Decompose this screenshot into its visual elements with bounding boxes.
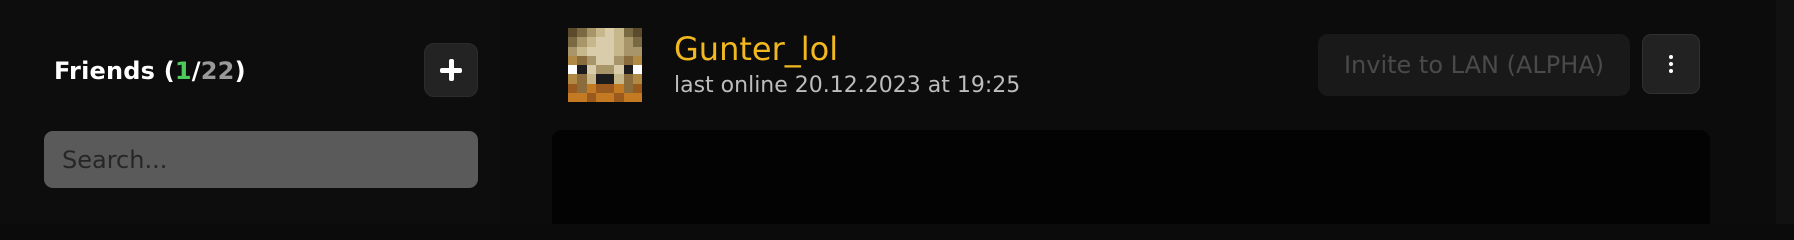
avatar-pixel (605, 83, 615, 93)
avatar-pixel (595, 65, 605, 75)
avatar-pixel (595, 46, 605, 56)
avatar-pixel (623, 55, 633, 65)
avatar-pixel (605, 46, 615, 56)
avatar-pixel (623, 74, 633, 84)
avatar-pixel (632, 37, 642, 47)
chat-content-area (552, 130, 1710, 224)
avatar-pixel (586, 74, 596, 84)
search-input[interactable] (44, 131, 478, 188)
scrollbar-track[interactable] (1776, 0, 1794, 224)
avatar-pixel (577, 46, 587, 56)
avatar-pixel (623, 83, 633, 93)
friends-page: Friends (1/22) Gunter_lol last online 20… (0, 0, 1794, 224)
avatar-pixel (614, 28, 624, 38)
avatar-pixel (595, 92, 605, 102)
friend-username: Gunter_lol (674, 30, 839, 68)
plus-icon (440, 59, 462, 81)
avatar-pixel (614, 55, 624, 65)
avatar-pixel (568, 74, 578, 84)
avatar-pixel (568, 37, 578, 47)
avatar-pixel (577, 83, 587, 93)
avatar-pixel (568, 46, 578, 56)
avatar-pixel (632, 65, 642, 75)
total-count: 22 (200, 57, 235, 85)
avatar-pixel (595, 83, 605, 93)
avatar-pixel (614, 83, 624, 93)
online-count: 1 (174, 57, 192, 85)
avatar-pixel (605, 55, 615, 65)
avatar-pixel (623, 46, 633, 56)
friends-header: Friends (1/22) (54, 57, 246, 85)
avatar-pixel (586, 46, 596, 56)
avatar-pixel (586, 55, 596, 65)
avatar-pixel (595, 37, 605, 47)
add-friend-button[interactable] (424, 43, 478, 97)
avatar-pixel (623, 65, 633, 75)
friends-label: Friends (54, 57, 156, 85)
avatar-pixel (632, 83, 642, 93)
avatar-pixel (632, 28, 642, 38)
avatar-pixel (577, 37, 587, 47)
avatar-pixel (568, 83, 578, 93)
avatar (568, 28, 642, 102)
avatar-pixel (577, 55, 587, 65)
kebab-menu-icon (1669, 55, 1673, 73)
avatar-pixel (577, 28, 587, 38)
avatar-pixel (577, 92, 587, 102)
avatar-pixel (577, 65, 587, 75)
avatar-pixel (568, 92, 578, 102)
invite-to-lan-button[interactable]: Invite to LAN (ALPHA) (1318, 34, 1630, 96)
avatar-pixel (595, 28, 605, 38)
avatar-pixel (605, 74, 615, 84)
avatar-pixel (586, 37, 596, 47)
avatar-pixel (586, 83, 596, 93)
avatar-pixel (605, 28, 615, 38)
avatar-pixel (614, 92, 624, 102)
avatar-pixel (632, 55, 642, 65)
avatar-pixel (586, 65, 596, 75)
avatar-pixel (568, 55, 578, 65)
avatar-pixel (632, 92, 642, 102)
avatar-pixel (595, 74, 605, 84)
avatar-pixel (586, 28, 596, 38)
avatar-pixel (577, 74, 587, 84)
avatar-pixel (605, 37, 615, 47)
avatar-pixel (605, 65, 615, 75)
avatar-pixel (623, 37, 633, 47)
avatar-pixel (568, 65, 578, 75)
avatar-pixel (632, 46, 642, 56)
friends-sidebar: Friends (1/22) (0, 0, 502, 224)
avatar-pixel (614, 37, 624, 47)
avatar-pixel (614, 74, 624, 84)
avatar-pixel (595, 55, 605, 65)
avatar-pixel (568, 28, 578, 38)
avatar-pixel (614, 46, 624, 56)
avatar-pixel (632, 74, 642, 84)
avatar-pixel (586, 92, 596, 102)
avatar-pixel (605, 92, 615, 102)
more-options-button[interactable] (1642, 34, 1700, 94)
avatar-pixel (623, 28, 633, 38)
avatar-pixel (614, 65, 624, 75)
last-online-text: last online 20.12.2023 at 19:25 (674, 73, 1021, 98)
avatar-pixel (623, 92, 633, 102)
